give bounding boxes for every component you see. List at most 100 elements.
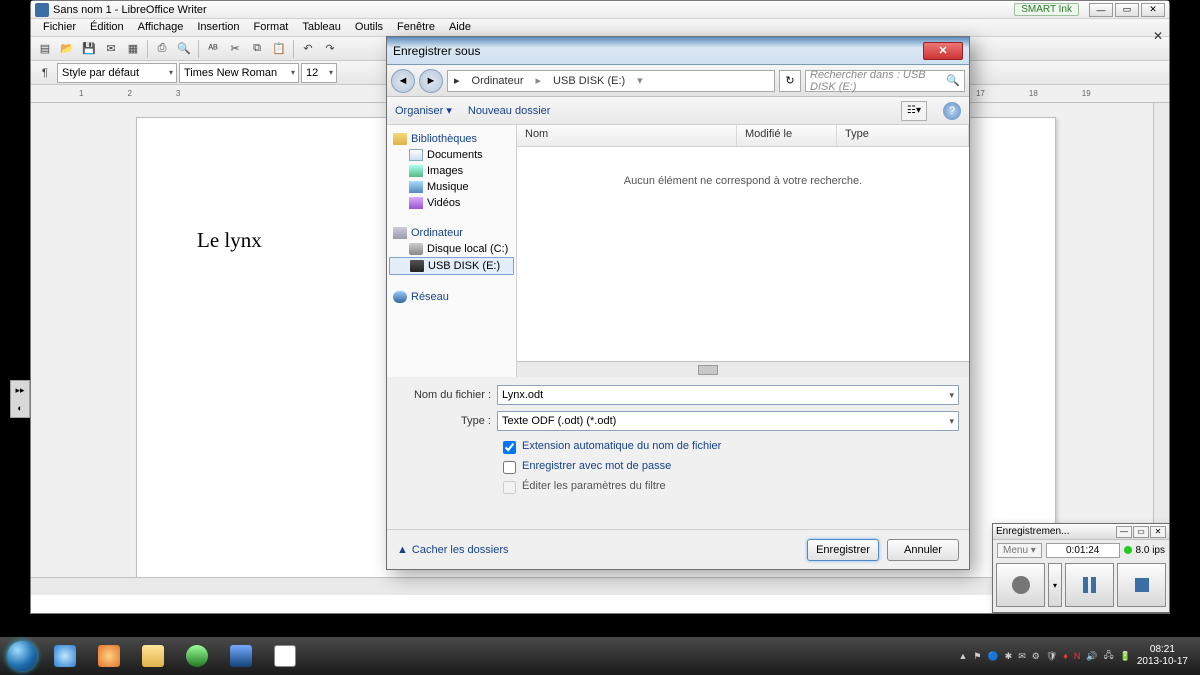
rec-min-button[interactable]: — (1116, 526, 1132, 538)
col-name[interactable]: Nom (517, 125, 737, 146)
taskbar-firefox[interactable] (88, 641, 130, 671)
mail-icon[interactable]: ✉ (101, 39, 121, 59)
preview-icon[interactable]: 🔍 (174, 39, 194, 59)
file-list[interactable]: Nom Modifié le Type Aucun élément ne cor… (517, 125, 969, 377)
tree-videos[interactable]: Vidéos (389, 195, 514, 211)
rec-dropdown-button[interactable]: ▾ (1048, 563, 1062, 607)
app-icon (35, 3, 49, 17)
taskbar-app1[interactable] (220, 641, 262, 671)
column-headers[interactable]: Nom Modifié le Type (517, 125, 969, 147)
hide-folders-link[interactable]: ▲ Cacher les dossiers (397, 544, 508, 556)
dialog-titlebar[interactable]: Enregistrer sous ✕ (387, 37, 969, 65)
menu-format[interactable]: Format (248, 19, 295, 36)
pdf-icon[interactable]: ▦ (123, 39, 143, 59)
tree-music[interactable]: Musique (389, 179, 514, 195)
auto-extension-checkbox[interactable] (503, 441, 516, 454)
tree-network[interactable]: Réseau (389, 289, 514, 305)
filetype-combo[interactable]: Texte ODF (.odt) (*.odt) (497, 411, 959, 431)
menu-fichier[interactable]: Fichier (37, 19, 82, 36)
toolbox-arrow-icon[interactable]: ▸▸ (11, 381, 29, 399)
taskbar-smart[interactable] (176, 641, 218, 671)
clock-date: 2013-10-17 (1137, 656, 1188, 668)
search-input[interactable]: Rechercher dans : USB DISK (E:) 🔍 (805, 70, 965, 92)
rec-record-button[interactable] (996, 563, 1045, 607)
crumb-computer[interactable]: Ordinateur (466, 75, 530, 87)
menu-insertion[interactable]: Insertion (191, 19, 245, 36)
taskbar-ie[interactable] (44, 641, 86, 671)
menu-outils[interactable]: Outils (349, 19, 389, 36)
filename-input[interactable]: Lynx.odt (497, 385, 959, 405)
new-folder-button[interactable]: Nouveau dossier (468, 105, 551, 117)
nav-tree: Bibliothèques Documents Images Musique V… (387, 125, 517, 377)
cancel-button[interactable]: Annuler (887, 539, 959, 561)
list-hscrollbar[interactable] (517, 361, 969, 377)
tree-documents[interactable]: Documents (389, 147, 514, 163)
start-button[interactable] (0, 637, 44, 675)
recorder-titlebar[interactable]: Enregistremen... — ▭ ✕ (993, 524, 1169, 540)
doc-close-icon[interactable]: ✕ (1153, 29, 1163, 43)
clock-time: 08:21 (1137, 644, 1188, 656)
taskbar-explorer[interactable] (132, 641, 174, 671)
styles-icon[interactable]: ¶ (35, 63, 55, 83)
horizontal-scrollbar[interactable] (31, 577, 1153, 595)
open-icon[interactable]: 📂 (57, 39, 77, 59)
nav-back-button[interactable]: ◄ (391, 69, 415, 93)
menu-aide[interactable]: Aide (443, 19, 477, 36)
menu-edition[interactable]: Édition (84, 19, 130, 36)
tray-up-icon[interactable]: ▲ (958, 651, 967, 661)
rec-max-button[interactable]: ▭ (1133, 526, 1149, 538)
taskbar-clock[interactable]: 08:21 2013-10-17 (1131, 644, 1194, 668)
vertical-scrollbar[interactable] (1153, 103, 1169, 577)
smart-ink-badge[interactable]: SMART Ink (1014, 3, 1079, 16)
save-icon[interactable]: 💾 (79, 39, 99, 59)
menu-affichage[interactable]: Affichage (132, 19, 190, 36)
col-type[interactable]: Type (837, 125, 969, 146)
maximize-button[interactable]: ▭ (1115, 3, 1139, 17)
nav-fwd-button[interactable]: ► (419, 69, 443, 93)
organize-button[interactable]: Organiser ▾ (395, 104, 452, 117)
font-size-combo[interactable]: 12 (301, 63, 337, 83)
menu-fenetre[interactable]: Fenêtre (391, 19, 441, 36)
toolbox-item[interactable]: ◐ (11, 399, 29, 417)
undo-icon[interactable]: ↶ (298, 39, 318, 59)
refresh-button[interactable]: ↻ (779, 70, 801, 92)
copy-icon[interactable]: ⧉ (247, 39, 267, 59)
breadcrumb[interactable]: ▸ Ordinateur ▸ USB DISK (E:) ▾ (447, 70, 775, 92)
crumb-usb[interactable]: USB DISK (E:) (547, 75, 631, 87)
password-checkbox[interactable] (503, 461, 516, 474)
system-tray[interactable]: ▲ ⚑🔵✱✉⚙🛡♦N🔊🖧🔋 (958, 648, 1130, 664)
new-icon[interactable]: ▤ (35, 39, 55, 59)
spellcheck-icon[interactable]: ᴬᴮ (203, 39, 223, 59)
empty-message: Aucun élément ne correspond à votre rech… (517, 147, 969, 187)
view-mode-button[interactable]: ☷▾ (901, 101, 927, 121)
menu-tableau[interactable]: Tableau (296, 19, 347, 36)
paste-icon[interactable]: 📋 (269, 39, 289, 59)
print-icon[interactable]: ⎙ (152, 39, 172, 59)
save-button[interactable]: Enregistrer (807, 539, 879, 561)
tree-libraries[interactable]: Bibliothèques (389, 131, 514, 147)
paragraph-style-combo[interactable]: Style par défaut (57, 63, 177, 83)
redo-icon[interactable]: ↷ (320, 39, 340, 59)
rec-menu-button[interactable]: Menu ▾ (997, 543, 1042, 558)
font-name-combo[interactable]: Times New Roman (179, 63, 299, 83)
search-icon: 🔍 (946, 74, 960, 87)
tree-usb-disk[interactable]: USB DISK (E:) (389, 257, 514, 275)
menubar: Fichier Édition Affichage Insertion Form… (31, 19, 1169, 37)
document-text[interactable]: Le lynx (197, 228, 262, 253)
taskbar-writer[interactable] (264, 641, 306, 671)
tree-images[interactable]: Images (389, 163, 514, 179)
minimize-button[interactable]: — (1089, 3, 1113, 17)
search-placeholder: Rechercher dans : USB DISK (E:) (810, 69, 946, 93)
rec-stop-button[interactable] (1117, 563, 1166, 607)
close-button[interactable]: ✕ (1141, 3, 1165, 17)
tree-disk-c[interactable]: Disque local (C:) (389, 241, 514, 257)
cut-icon[interactable]: ✂ (225, 39, 245, 59)
rec-close-button[interactable]: ✕ (1150, 526, 1166, 538)
side-toolbox[interactable]: ▸▸ ◐ (10, 380, 30, 418)
dialog-close-button[interactable]: ✕ (923, 42, 963, 60)
col-modified[interactable]: Modifié le (737, 125, 837, 146)
rec-pause-button[interactable] (1065, 563, 1114, 607)
tree-computer[interactable]: Ordinateur (389, 225, 514, 241)
dialog-toolbar: Organiser ▾ Nouveau dossier ☷▾ ? (387, 97, 969, 125)
help-button[interactable]: ? (943, 102, 961, 120)
